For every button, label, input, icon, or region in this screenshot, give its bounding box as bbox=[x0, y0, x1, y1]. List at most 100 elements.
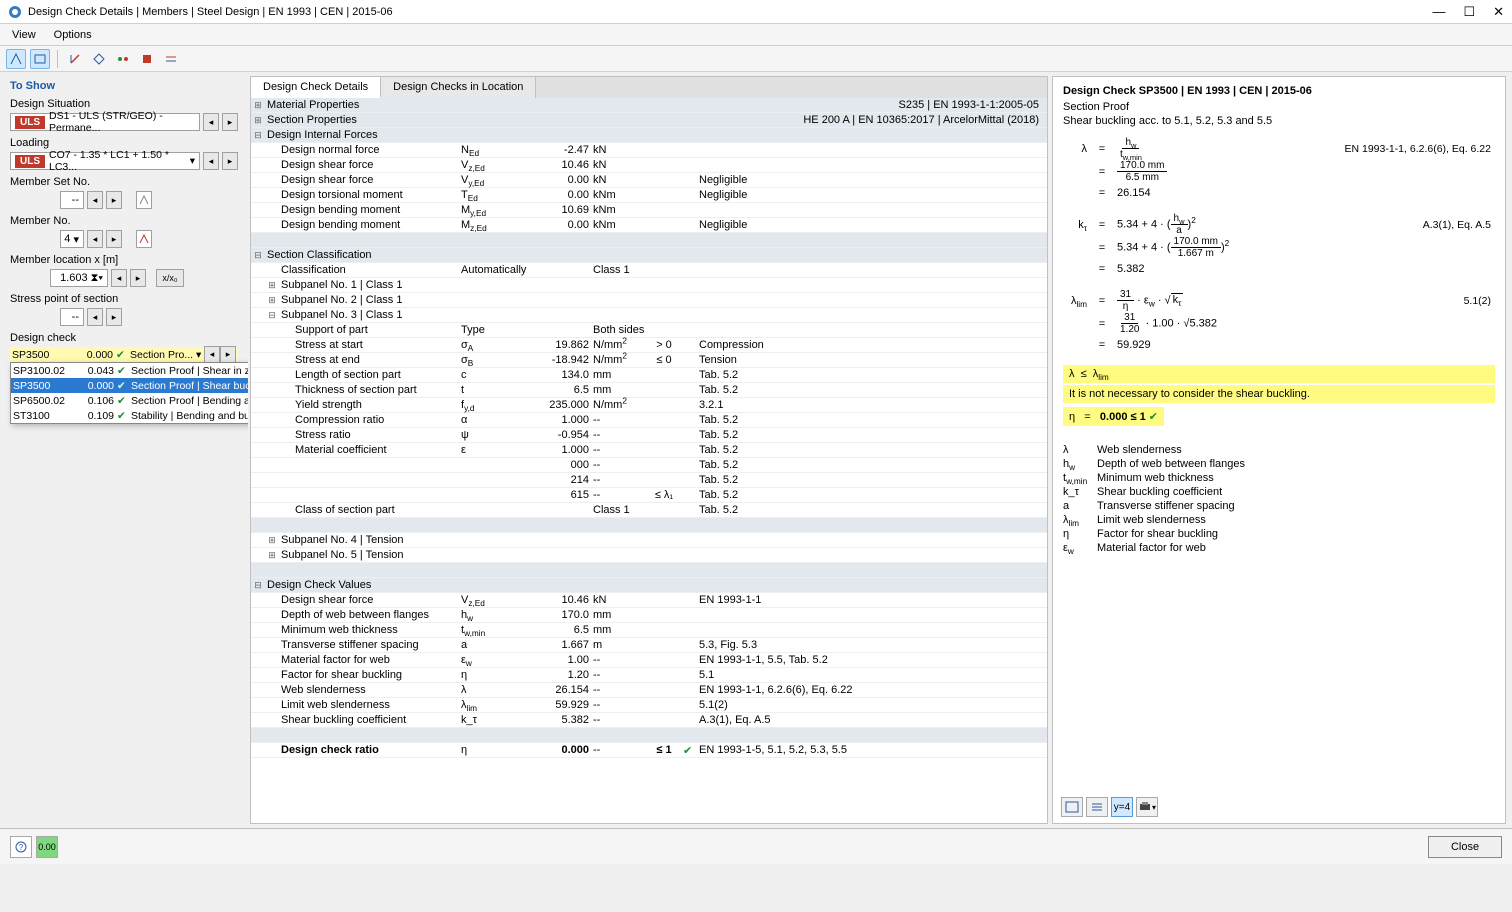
design-check-header-row[interactable]: SP3500 0.000 ✔ Section Pro... ▾ ◂ ▸ bbox=[10, 347, 238, 362]
member-no-prev[interactable]: ◂ bbox=[87, 230, 103, 248]
table-row[interactable]: Shear buckling coefficientk_τ5.382--A.3(… bbox=[251, 713, 1047, 728]
member-loc-xx0-button[interactable]: x/x₀ bbox=[156, 269, 184, 287]
close-button[interactable]: Close bbox=[1428, 836, 1502, 858]
toolbar-btn-2[interactable] bbox=[30, 49, 50, 69]
table-row[interactable]: Material coefficientε1.000--Tab. 5.2 bbox=[251, 443, 1047, 458]
table-row[interactable]: ⊟Subpanel No. 3 | Class 1 bbox=[251, 308, 1047, 323]
pick-member-set-icon[interactable] bbox=[136, 191, 152, 209]
design-situation-next[interactable]: ▸ bbox=[222, 113, 238, 131]
table-row[interactable]: Stress at endσB-18.942N/mm2≤ 0Tension bbox=[251, 353, 1047, 368]
design-situation-prev[interactable]: ◂ bbox=[203, 113, 219, 131]
loading-next[interactable]: ▸ bbox=[222, 152, 238, 170]
legend-row: tw,minMinimum web thickness bbox=[1063, 472, 1495, 484]
stress-point-prev[interactable]: ◂ bbox=[87, 308, 103, 326]
table-row[interactable]: Transverse stiffener spacinga1.667m5.3, … bbox=[251, 638, 1047, 653]
table-row[interactable]: ⊞Subpanel No. 4 | Tension bbox=[251, 533, 1047, 548]
units-button[interactable]: 0.00 bbox=[36, 836, 58, 858]
table-row[interactable]: Minimum web thicknesstw,min6.5mm bbox=[251, 623, 1047, 638]
member-set-prev[interactable]: ◂ bbox=[87, 191, 103, 209]
member-no-spin[interactable]: 4 ▾ bbox=[60, 230, 84, 248]
toolbar-btn-3[interactable] bbox=[65, 49, 85, 69]
pick-member-icon[interactable] bbox=[136, 230, 152, 248]
rp-btn-3[interactable]: y=4 bbox=[1111, 797, 1133, 817]
table-row[interactable]: Design shear forceVz,Ed10.46kNEN 1993-1-… bbox=[251, 593, 1047, 608]
toolbar-btn-1[interactable] bbox=[6, 49, 26, 69]
member-set-spin[interactable]: -- bbox=[60, 191, 84, 209]
print-icon[interactable]: ▾ bbox=[1136, 797, 1158, 817]
table-row[interactable]: Design torsional momentTEd0.00kNmNegligi… bbox=[251, 188, 1047, 203]
list-item[interactable]: ST31000.109✔Stability | Bending and buck… bbox=[11, 408, 248, 423]
table-row[interactable]: 615--≤ λ₁Tab. 5.2 bbox=[251, 488, 1047, 503]
member-no-next[interactable]: ▸ bbox=[106, 230, 122, 248]
rp-btn-1[interactable] bbox=[1061, 797, 1083, 817]
member-loc-spin[interactable]: 1.603 ⧗▾ bbox=[50, 269, 108, 287]
table-row[interactable]: ⊟Design Internal Forces bbox=[251, 128, 1047, 143]
rp-toolbar: y=4 ▾ bbox=[1061, 797, 1158, 817]
member-loc-next[interactable]: ▸ bbox=[130, 269, 146, 287]
table-row[interactable]: ⊞Material PropertiesS235 | EN 1993-1-1:2… bbox=[251, 98, 1047, 113]
table-row[interactable] bbox=[251, 518, 1047, 533]
table-row[interactable]: Design normal forceNEd-2.47kN bbox=[251, 143, 1047, 158]
close-window-button[interactable]: ✕ bbox=[1493, 4, 1504, 20]
table-row[interactable]: ⊞Subpanel No. 5 | Tension bbox=[251, 548, 1047, 563]
design-situation-label: Design Situation bbox=[10, 98, 238, 110]
stress-point-spin[interactable]: -- bbox=[60, 308, 84, 326]
member-loc-prev[interactable]: ◂ bbox=[111, 269, 127, 287]
maximize-button[interactable]: ☐ bbox=[1463, 4, 1475, 20]
table-row[interactable]: ⊞Subpanel No. 1 | Class 1 bbox=[251, 278, 1047, 293]
toolbar bbox=[0, 46, 1512, 72]
table-row[interactable]: Length of section partc134.0mmTab. 5.2 bbox=[251, 368, 1047, 383]
table-row[interactable]: Design bending momentMy,Ed10.69kNm bbox=[251, 203, 1047, 218]
table-row[interactable]: Material factor for webεw1.00--EN 1993-1… bbox=[251, 653, 1047, 668]
list-item[interactable]: SP6500.020.106✔Section Proof | Bending a… bbox=[11, 393, 248, 408]
loading-combo[interactable]: ULS CO7 - 1.35 * LC1 + 1.50 * LC3... ▾ bbox=[10, 152, 200, 170]
table-row[interactable]: Design shear forceVz,Ed10.46kN bbox=[251, 158, 1047, 173]
table-row[interactable]: Design bending momentMz,Ed0.00kNmNegligi… bbox=[251, 218, 1047, 233]
tab-location[interactable]: Design Checks in Location bbox=[381, 77, 536, 98]
toolbar-btn-5[interactable] bbox=[113, 49, 133, 69]
toolbar-btn-7[interactable] bbox=[161, 49, 181, 69]
table-row[interactable]: Limit web slendernessλlim59.929--5.1(2) bbox=[251, 698, 1047, 713]
highlight-2: It is not necessary to consider the shea… bbox=[1063, 385, 1495, 403]
stress-point-next[interactable]: ▸ bbox=[106, 308, 122, 326]
design-situation-combo[interactable]: ULS DS1 - ULS (STR/GEO) - Permane... bbox=[10, 113, 200, 131]
table-row[interactable] bbox=[251, 728, 1047, 743]
uls-badge: ULS bbox=[15, 116, 45, 129]
list-item[interactable]: SP3100.020.043✔Section Proof | Shear in … bbox=[11, 363, 248, 378]
table-row[interactable]: ⊞Section PropertiesHE 200 A | EN 10365:2… bbox=[251, 113, 1047, 128]
table-row[interactable]: ⊟Section Classification bbox=[251, 248, 1047, 263]
toolbar-btn-4[interactable] bbox=[89, 49, 109, 69]
design-check-prev[interactable]: ◂ bbox=[204, 346, 220, 364]
table-row[interactable]: ⊞Subpanel No. 2 | Class 1 bbox=[251, 293, 1047, 308]
table-row[interactable]: Class of section partClass 1Tab. 5.2 bbox=[251, 503, 1047, 518]
table-row[interactable]: Support of partTypeBoth sides bbox=[251, 323, 1047, 338]
toolbar-btn-6[interactable] bbox=[137, 49, 157, 69]
menu-view[interactable]: View bbox=[12, 29, 36, 41]
help-icon[interactable]: ? bbox=[10, 836, 32, 858]
table-row[interactable]: Web slendernessλ26.154--EN 1993-1-1, 6.2… bbox=[251, 683, 1047, 698]
table-row[interactable]: Yield strengthfy,d235.000N/mm23.2.1 bbox=[251, 398, 1047, 413]
grid[interactable]: ⊞Material PropertiesS235 | EN 1993-1-1:2… bbox=[251, 98, 1047, 823]
design-check-next[interactable]: ▸ bbox=[220, 346, 236, 364]
rp-btn-2[interactable] bbox=[1086, 797, 1108, 817]
table-row[interactable]: ClassificationAutomaticallyClass 1 bbox=[251, 263, 1047, 278]
table-row[interactable]: Design shear forceVy,Ed0.00kNNegligible bbox=[251, 173, 1047, 188]
table-row[interactable]: Depth of web between flangeshw170.0mm bbox=[251, 608, 1047, 623]
tab-details[interactable]: Design Check Details bbox=[251, 77, 381, 98]
table-row[interactable]: Factor for shear bucklingη1.20--5.1 bbox=[251, 668, 1047, 683]
table-row[interactable]: 214--Tab. 5.2 bbox=[251, 473, 1047, 488]
member-set-next[interactable]: ▸ bbox=[106, 191, 122, 209]
list-item[interactable]: SP35000.000✔Section Proof | Shear buckli… bbox=[11, 378, 248, 393]
menu-options[interactable]: Options bbox=[54, 29, 92, 41]
table-row[interactable] bbox=[251, 233, 1047, 248]
loading-prev[interactable]: ◂ bbox=[203, 152, 219, 170]
table-row[interactable] bbox=[251, 563, 1047, 578]
table-row[interactable]: Design check ratioη0.000--≤ 1✔EN 1993-1-… bbox=[251, 743, 1047, 758]
table-row[interactable]: 000--Tab. 5.2 bbox=[251, 458, 1047, 473]
table-row[interactable]: ⊟Design Check Values bbox=[251, 578, 1047, 593]
table-row[interactable]: Stress at startσA19.862N/mm2> 0Compressi… bbox=[251, 338, 1047, 353]
table-row[interactable]: Compression ratioα1.000--Tab. 5.2 bbox=[251, 413, 1047, 428]
table-row[interactable]: Stress ratioψ-0.954--Tab. 5.2 bbox=[251, 428, 1047, 443]
minimize-button[interactable]: — bbox=[1432, 4, 1445, 20]
table-row[interactable]: Thickness of section partt6.5mmTab. 5.2 bbox=[251, 383, 1047, 398]
